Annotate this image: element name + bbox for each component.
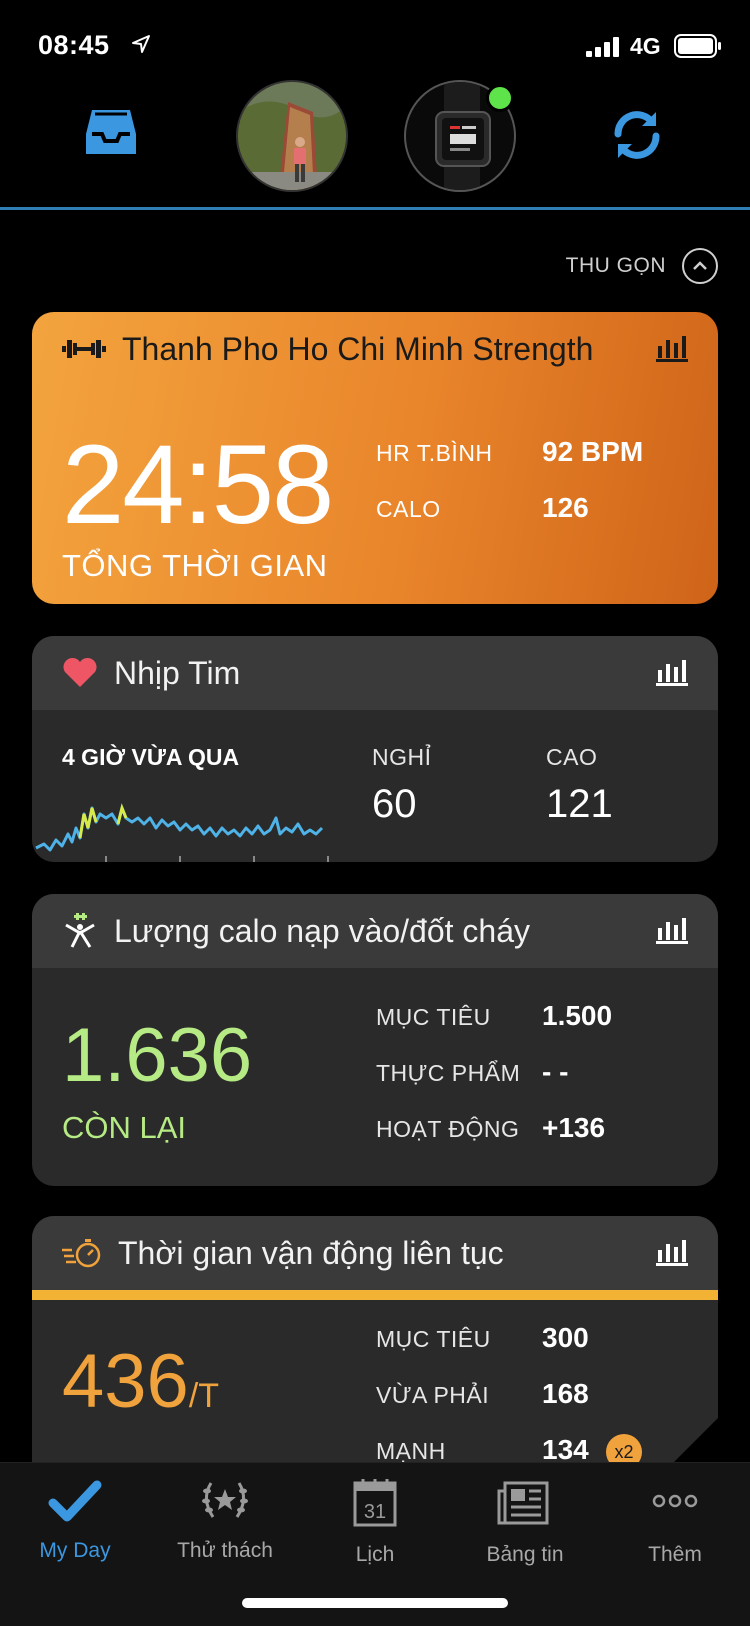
- chevron-up-icon: [682, 248, 718, 284]
- card-header: Thanh Pho Ho Chi Minh Strength: [32, 312, 718, 386]
- intensity-minutes-card[interactable]: Thời gian vận động liên tục 436/T MỤC TI…: [32, 1216, 718, 1478]
- intensity-total: 436/T: [62, 1338, 219, 1425]
- intensity-total-unit: /T: [188, 1377, 220, 1415]
- vigorous-label: MẠNH: [376, 1438, 446, 1464]
- location-arrow-icon: [132, 35, 150, 53]
- laurel-trophy-icon: [202, 1482, 248, 1518]
- tab-newsfeed[interactable]: Bảng tin: [450, 1477, 600, 1567]
- signal-strength-icon: [586, 37, 619, 57]
- intensity-total-value: 436: [62, 1339, 189, 1424]
- goal-progress-bar: [32, 1290, 718, 1300]
- collapse-label: THU GỌN: [565, 254, 666, 277]
- activity-title: Thanh Pho Ho Chi Minh Strength: [122, 330, 594, 367]
- high-hr-label: CAO: [546, 744, 598, 770]
- calories-label: CALO: [376, 496, 441, 522]
- status-bar: 08:45 4G: [0, 0, 750, 84]
- tab-calendar[interactable]: 31 Lịch: [300, 1477, 450, 1567]
- remaining-calories-label: CÒN LẠI: [62, 1110, 187, 1145]
- card-header: Nhịp Tim: [32, 636, 718, 710]
- inbox-icon[interactable]: [84, 108, 138, 156]
- bar-chart-icon[interactable]: [656, 334, 688, 362]
- top-bar: [0, 80, 750, 210]
- stopwatch-icon: [62, 1239, 101, 1268]
- bar-chart-icon[interactable]: [656, 1238, 688, 1266]
- goal-value: 1.500: [542, 1000, 613, 1031]
- tab-label: My Day: [39, 1539, 111, 1562]
- battery-icon: [674, 34, 721, 58]
- total-time-value: 24:58: [62, 422, 334, 547]
- clock: 08:45: [38, 30, 110, 60]
- network-type: 4G: [630, 33, 661, 59]
- calories-title: Lượng calo nạp vào/đốt cháy: [114, 912, 531, 949]
- collapse-toggle[interactable]: THU GỌN: [566, 248, 718, 284]
- card-header: Lượng calo nạp vào/đốt cháy: [32, 894, 718, 968]
- profile-avatar[interactable]: [236, 80, 348, 192]
- food-label: THỰC PHẨM: [376, 1060, 521, 1086]
- avg-hr-label: HR T.BÌNH: [376, 440, 493, 466]
- calories-value: 126: [542, 492, 589, 523]
- goal-value: 300: [542, 1322, 589, 1353]
- tab-label: Lịch: [355, 1543, 395, 1566]
- heart-rate-sparkline: [35, 803, 329, 862]
- total-time-label: TỔNG THỜI GIAN: [62, 548, 328, 583]
- resting-hr-value: 60: [372, 782, 417, 826]
- tab-more[interactable]: Thêm: [600, 1477, 750, 1567]
- avatar-photo: [238, 82, 346, 190]
- goal-label: MỤC TIÊU: [376, 1326, 491, 1352]
- heart-rate-title: Nhịp Tim: [114, 654, 241, 691]
- calories-card[interactable]: Lượng calo nạp vào/đốt cháy 1.636 CÒN LẠ…: [32, 894, 718, 1186]
- time-range-label: 4 GIỜ VỪA QUA: [62, 744, 240, 770]
- more-dots-icon: [652, 1494, 698, 1508]
- remaining-calories-value: 1.636: [62, 1013, 253, 1098]
- card-header: Thời gian vận động liên tục: [32, 1216, 718, 1290]
- heart-icon: [63, 657, 97, 687]
- heart-rate-card[interactable]: Nhịp Tim 4 GIỜ VỪA QUA NGHỈ 60 CAO 121: [32, 636, 718, 862]
- tab-label: Thêm: [648, 1543, 702, 1566]
- bar-chart-icon[interactable]: [656, 916, 688, 944]
- sync-icon[interactable]: [608, 106, 666, 164]
- bar-chart-icon[interactable]: [656, 658, 688, 686]
- tab-label: Thử thách: [177, 1539, 273, 1562]
- header-divider: [0, 207, 750, 210]
- dumbbell-icon: [62, 340, 106, 358]
- high-hr-value: 121: [546, 782, 613, 826]
- newsfeed-icon: [497, 1481, 549, 1525]
- avg-hr-value: 92 BPM: [542, 436, 644, 467]
- calendar-icon: 31: [353, 1479, 397, 1527]
- device-online-indicator: [486, 84, 514, 112]
- checkmark-icon: [48, 1480, 102, 1522]
- moderate-value: 168: [542, 1378, 589, 1409]
- food-value: - -: [542, 1056, 569, 1087]
- calorie-figure-icon: [65, 913, 95, 948]
- calendar-day: 31: [364, 1501, 386, 1523]
- tab-challenges[interactable]: Thử thách: [150, 1477, 300, 1563]
- intensity-title: Thời gian vận động liên tục: [118, 1234, 504, 1271]
- activity-value: +136: [542, 1112, 606, 1143]
- tab-my-day[interactable]: My Day: [0, 1477, 150, 1563]
- tab-label: Bảng tin: [486, 1543, 564, 1566]
- moderate-label: VỪA PHẢI: [376, 1382, 490, 1408]
- home-indicator[interactable]: [242, 1598, 508, 1608]
- activity-card-strength[interactable]: Thanh Pho Ho Chi Minh Strength 24:58 TỔN…: [32, 312, 718, 604]
- goal-label: MỤC TIÊU: [376, 1004, 491, 1030]
- resting-hr-label: NGHỈ: [372, 744, 432, 770]
- activity-label: HOẠT ĐỘNG: [376, 1116, 520, 1142]
